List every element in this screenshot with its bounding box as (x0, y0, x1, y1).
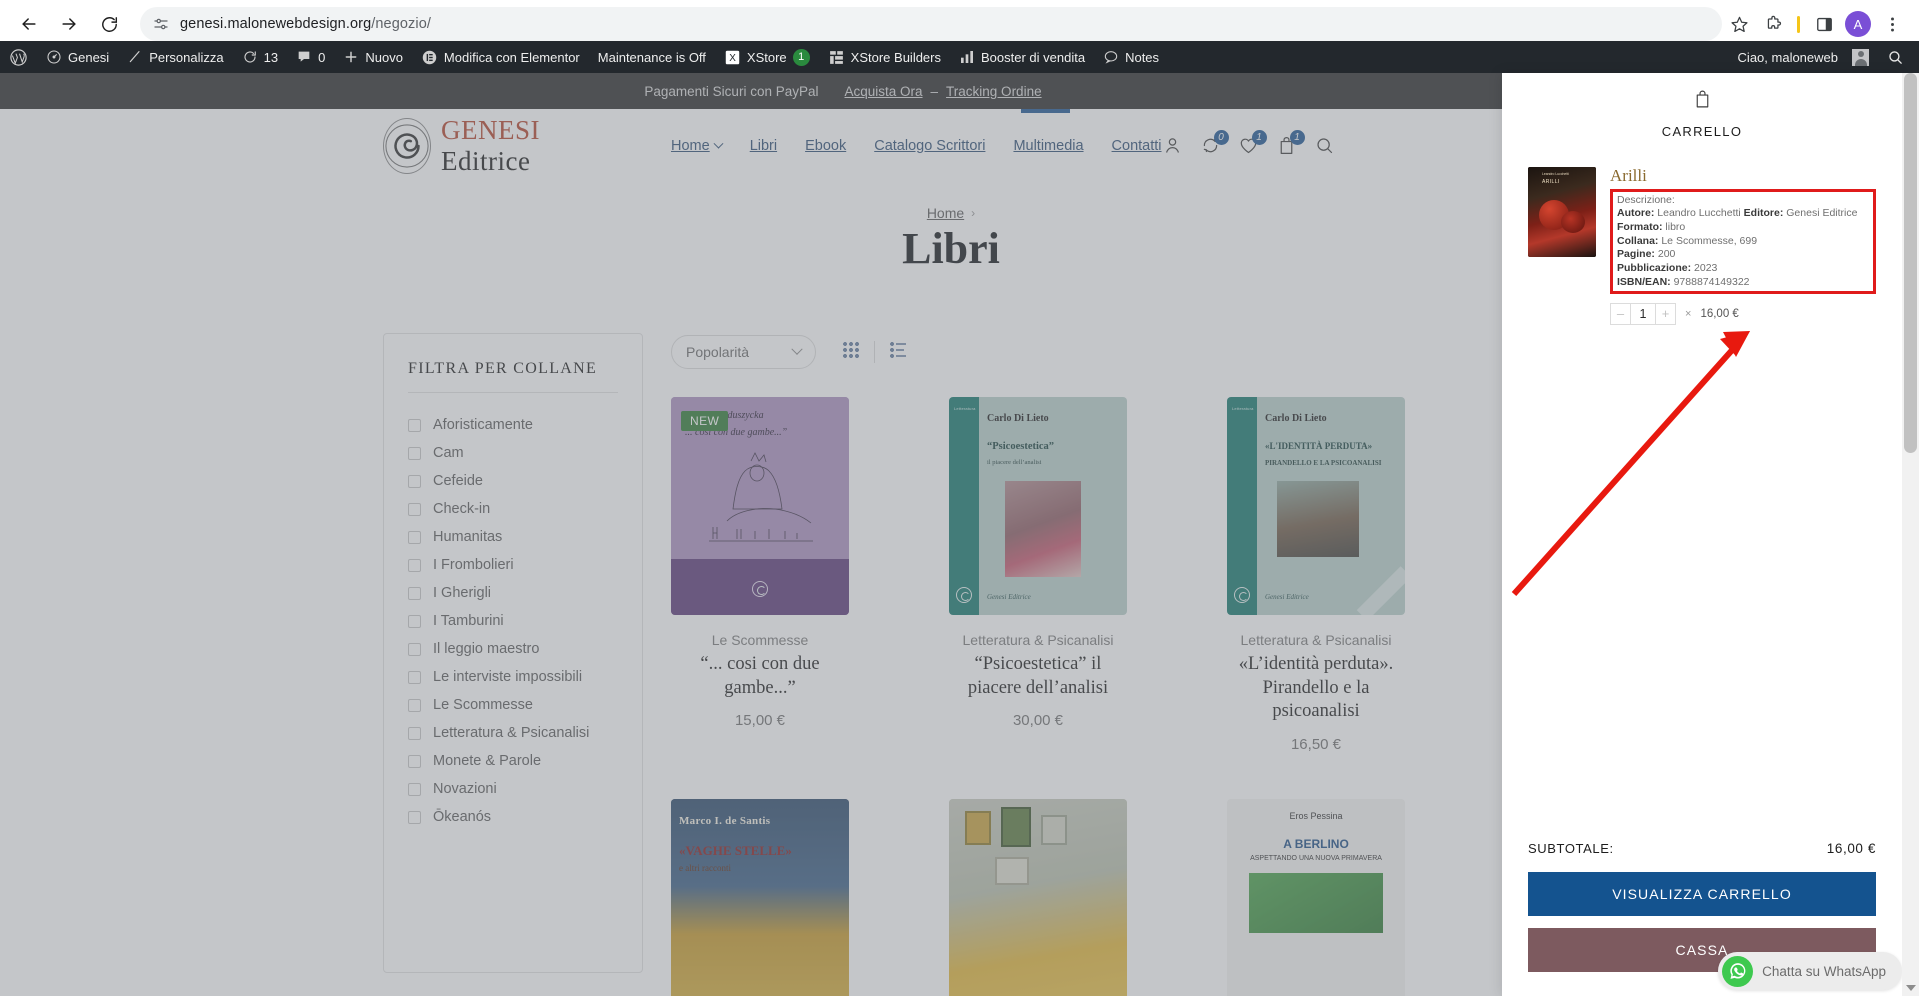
whatsapp-chat-button[interactable]: Chatta su WhatsApp (1718, 952, 1902, 990)
adminbar-item-xstore[interactable]: X XStore 1 (715, 41, 819, 73)
wordpress-icon (9, 48, 28, 67)
adminbar-label: 13 (263, 49, 279, 65)
adminbar-item-comments[interactable]: 0 (287, 41, 334, 73)
desc-line-isbn: ISBN/EAN: 9788874149322 (1617, 275, 1750, 288)
desc-line-autore: Autore: Leandro Lucchetti Editore: Genes… (1617, 207, 1858, 220)
profile-initial: A (1845, 11, 1871, 37)
star-icon[interactable] (1722, 7, 1756, 41)
adminbar-item-xstore-builders[interactable]: XStore Builders (819, 41, 950, 73)
site-settings-icon[interactable] (152, 15, 170, 33)
greeting-label: Ciao, maloneweb (1737, 49, 1838, 65)
wordpress-logo-menu[interactable] (0, 41, 37, 73)
desc-line-pagine: Pagine: 200 (1617, 248, 1676, 261)
search-icon (1887, 49, 1904, 66)
desc-line-formato: Formato: libro (1617, 220, 1686, 233)
adminbar-search[interactable] (1878, 41, 1913, 73)
svg-text:X: X (729, 53, 736, 64)
cart-items: Leandro Lucchetti ARILLI Arilli Descrizi… (1502, 139, 1902, 827)
adminbar-label: XStore (746, 49, 787, 65)
quantity-increase-button[interactable]: + (1656, 304, 1675, 324)
unit-price: 16,00 € (1700, 308, 1739, 321)
adminbar-label: 0 (318, 49, 326, 65)
adminbar-item-genesi[interactable]: Genesi (37, 41, 118, 73)
subtotal-label: SUBTOTALE: (1528, 841, 1614, 856)
scrollbar-thumb[interactable] (1904, 73, 1917, 453)
back-button[interactable] (12, 7, 46, 41)
profile-avatar[interactable]: A (1841, 7, 1875, 41)
adminbar-label: XStore Builders (850, 49, 941, 65)
view-cart-button[interactable]: VISUALIZZA CARRELLO (1528, 872, 1876, 916)
adminbar-item-booster[interactable]: Booster di vendita (950, 41, 1094, 73)
avatar (1852, 48, 1869, 66)
cart-header: CARRELLO (1502, 73, 1902, 139)
multiply-sign: × (1685, 308, 1692, 321)
whatsapp-icon (1722, 955, 1754, 987)
cart-item-name[interactable]: Arilli (1610, 166, 1876, 186)
product-thumbnail[interactable]: Leandro Lucchetti ARILLI (1528, 167, 1596, 257)
mini-cart-drawer: CARRELLO Leandro Lucchetti ARILLI Arilli… (1502, 73, 1902, 996)
quantity-value[interactable]: 1 (1630, 304, 1656, 325)
page-scrollbar[interactable] (1902, 73, 1919, 996)
adminbar-account-area: Ciao, maloneweb (1729, 41, 1919, 73)
side-panel-icon[interactable] (1807, 7, 1841, 41)
subtotal-value: 16,00 € (1826, 841, 1876, 856)
xstore-icon: X (724, 49, 741, 66)
plus-icon (343, 49, 359, 65)
dashboard-icon (46, 49, 62, 65)
adminbar-label: Booster di vendita (981, 49, 1086, 65)
quantity-decrease-button[interactable]: – (1611, 304, 1630, 324)
notes-icon (1103, 49, 1119, 65)
builders-icon (828, 49, 845, 66)
adminbar-label: Genesi (68, 49, 110, 65)
reload-button[interactable] (92, 7, 126, 41)
quantity-stepper[interactable]: – 1 + (1610, 303, 1676, 326)
adminbar-greeting[interactable]: Ciao, maloneweb (1729, 41, 1878, 73)
cart-line-item: Leandro Lucchetti ARILLI Arilli Descrizi… (1528, 166, 1876, 326)
desc-line-collana: Collana: Le Scommesse, 699 (1617, 234, 1758, 247)
adminbar-label: Modifica con Elementor (443, 49, 580, 65)
subtotal-row: SUBTOTALE: 16,00 € (1528, 827, 1876, 872)
wordpress-admin-bar: Genesi Personalizza 13 0 Nuovo Modifica … (0, 41, 1919, 73)
elementor-icon (421, 49, 438, 66)
status-badge: 1 (792, 48, 810, 66)
adminbar-label: Personalizza (149, 49, 224, 65)
quantity-row: – 1 + × 16,00 € (1610, 303, 1876, 326)
desc-line-pubblicazione: Pubblicazione: 2023 (1617, 261, 1718, 274)
adminbar-label: Maintenance is Off (597, 49, 706, 65)
adminbar-item-nuovo[interactable]: Nuovo (334, 41, 412, 73)
adminbar-item-maintenance[interactable]: Maintenance is Off (589, 41, 715, 73)
adminbar-item-notes[interactable]: Notes (1094, 41, 1168, 73)
adminbar-label: Notes (1125, 49, 1160, 65)
bars-icon (959, 49, 975, 65)
forward-button[interactable] (52, 7, 86, 41)
browser-actions: A (1722, 7, 1919, 41)
cart-heading: CARRELLO (1661, 124, 1743, 139)
updates-icon (242, 49, 258, 65)
adminbar-item-updates[interactable]: 13 (233, 41, 287, 73)
yellow-indicator (1797, 15, 1800, 33)
adminbar-label: Nuovo (365, 49, 403, 65)
puzzle-icon[interactable] (1756, 7, 1790, 41)
adminbar-item-personalizza[interactable]: Personalizza (118, 41, 232, 73)
cart-item-body: Arilli Descrizione: Autore: Leandro Lucc… (1610, 166, 1876, 326)
pencil-icon (127, 49, 143, 65)
desc-label: Descrizione: (1617, 193, 1675, 206)
cart-bag-icon (1692, 90, 1713, 115)
scroll-down-arrow-icon[interactable] (1906, 985, 1916, 991)
address-bar[interactable]: genesi.malonewebdesign.org/negozio/ (140, 7, 1722, 41)
adminbar-item-elementor[interactable]: Modifica con Elementor (412, 41, 589, 73)
whatsapp-label: Chatta su WhatsApp (1762, 963, 1886, 979)
url-text: genesi.malonewebdesign.org/negozio/ (180, 16, 431, 32)
three-dot-menu-icon[interactable] (1875, 7, 1909, 41)
cart-item-description: Descrizione: Autore: Leandro Lucchetti E… (1610, 188, 1876, 295)
comment-icon (296, 49, 312, 65)
